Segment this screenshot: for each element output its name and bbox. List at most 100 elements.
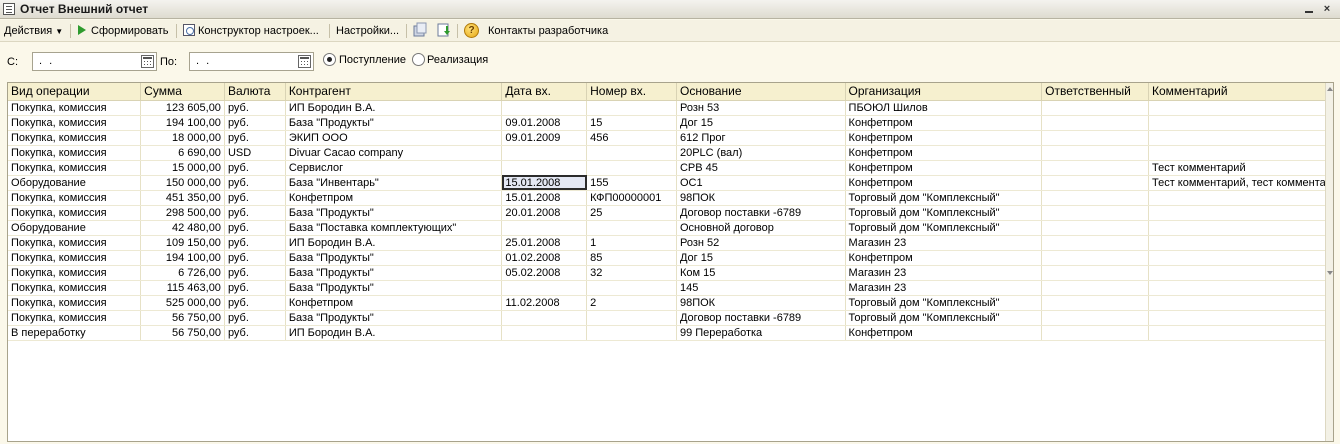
cell-counterparty[interactable]: ИП Бородин В.А. (285, 235, 503, 251)
table-row[interactable]: Оборудование 150 000,00 руб. База "Инвентар… (8, 175, 1333, 191)
cell-responsible[interactable] (1041, 220, 1149, 236)
cell-incoming-date[interactable]: 01.02.2008 (501, 250, 588, 266)
cell-amount[interactable]: 194 100,00 (140, 250, 225, 266)
cell-comment[interactable] (1148, 145, 1333, 161)
cell-organization[interactable]: Магазин 23 (845, 280, 1043, 296)
cell-basis[interactable]: 99 Переработка (676, 325, 846, 341)
column-header-operation-type[interactable]: Вид операции (8, 83, 142, 101)
cell-comment[interactable]: Тест комментарий, тест коммента (1148, 175, 1333, 191)
cell-comment[interactable] (1148, 325, 1333, 341)
cell-currency[interactable]: руб. (224, 295, 286, 311)
cell-incoming-number[interactable] (586, 310, 677, 326)
cell-currency[interactable]: USD (224, 145, 286, 161)
calendar-icon[interactable] (298, 55, 311, 68)
cell-basis[interactable]: 145 (676, 280, 846, 296)
cell-counterparty[interactable]: ИП Бородин В.А. (285, 325, 503, 341)
cell-comment[interactable] (1148, 205, 1333, 221)
cell-basis[interactable]: 612 Прог (676, 130, 846, 146)
cell-comment[interactable] (1148, 250, 1333, 266)
column-header-currency[interactable]: Валюта (224, 83, 286, 101)
cell-responsible[interactable] (1041, 160, 1149, 176)
cell-amount[interactable]: 150 000,00 (140, 175, 225, 191)
save-settings-icon[interactable] (412, 22, 428, 38)
cell-counterparty[interactable]: База "Продукты" (285, 250, 503, 266)
table-row[interactable]: Покупка, комиссия 56 750,00 руб. База "Прод… (8, 310, 1333, 326)
cell-amount[interactable]: 525 000,00 (140, 295, 225, 311)
cell-operation-type[interactable]: Покупка, комиссия (8, 115, 142, 131)
cell-incoming-date[interactable] (501, 325, 588, 341)
cell-basis[interactable]: Розн 52 (676, 235, 846, 251)
cell-comment[interactable] (1148, 100, 1333, 116)
cell-comment[interactable] (1148, 310, 1333, 326)
cell-organization[interactable]: Магазин 23 (845, 235, 1043, 251)
cell-organization[interactable]: Конфетпром (845, 250, 1043, 266)
settings-button[interactable]: Настройки... (336, 23, 399, 39)
cell-organization[interactable]: Конфетпром (845, 175, 1043, 191)
cell-organization[interactable]: Торговый дом "Комплексный" (845, 205, 1043, 221)
cell-counterparty[interactable]: База "Продукты" (285, 205, 503, 221)
cell-comment[interactable] (1148, 190, 1333, 206)
cell-organization[interactable]: Конфетпром (845, 115, 1043, 131)
cell-basis[interactable]: ОС1 (676, 175, 846, 191)
cell-basis[interactable]: Договор поставки -6789 (676, 205, 846, 221)
table-row[interactable]: Покупка, комиссия 18 000,00 руб. ЭКИП ООО 09… (8, 130, 1333, 146)
cell-counterparty[interactable]: База "Продукты" (285, 280, 503, 296)
table-row[interactable]: Покупка, комиссия 194 100,00 руб. База "Про… (8, 250, 1333, 266)
radio-income[interactable] (323, 53, 336, 66)
cell-comment[interactable] (1148, 220, 1333, 236)
cell-basis[interactable]: Розн 53 (676, 100, 846, 116)
cell-currency[interactable]: руб. (224, 265, 286, 281)
cell-operation-type[interactable]: Покупка, комиссия (8, 190, 142, 206)
cell-incoming-date[interactable] (501, 100, 588, 116)
cell-responsible[interactable] (1041, 325, 1149, 341)
cell-responsible[interactable] (1041, 145, 1149, 161)
table-row[interactable]: Покупка, комиссия 109 150,00 руб. ИП Бороди… (8, 235, 1333, 251)
help-icon[interactable]: ? (464, 23, 479, 38)
cell-incoming-number[interactable]: 15 (586, 115, 677, 131)
close-button[interactable]: × (1320, 2, 1334, 16)
cell-currency[interactable]: руб. (224, 235, 286, 251)
cell-organization[interactable]: Конфетпром (845, 325, 1043, 341)
cell-basis[interactable]: Дог 15 (676, 115, 846, 131)
cell-basis[interactable]: 98ПОК (676, 295, 846, 311)
cell-amount[interactable]: 451 350,00 (140, 190, 225, 206)
cell-responsible[interactable] (1041, 250, 1149, 266)
table-row[interactable]: В переработку 56 750,00 руб. ИП Бородин В.А… (8, 325, 1333, 341)
cell-operation-type[interactable]: Оборудование (8, 220, 142, 236)
cell-currency[interactable]: руб. (224, 175, 286, 191)
cell-incoming-date[interactable]: 25.01.2008 (501, 235, 588, 251)
developer-contacts-button[interactable]: Контакты разработчика (488, 23, 608, 39)
cell-comment[interactable] (1148, 115, 1333, 131)
cell-incoming-number[interactable]: КФП00000001 (586, 190, 677, 206)
cell-incoming-number[interactable] (586, 325, 677, 341)
cell-comment[interactable] (1148, 295, 1333, 311)
cell-incoming-number[interactable] (586, 100, 677, 116)
minimize-button[interactable] (1302, 2, 1316, 16)
cell-responsible[interactable] (1041, 310, 1149, 326)
table-row[interactable]: Покупка, комиссия 6 726,00 руб. База "Проду… (8, 265, 1333, 281)
cell-incoming-number[interactable] (586, 160, 677, 176)
cell-counterparty[interactable]: ИП Бородин В.А. (285, 100, 503, 116)
cell-responsible[interactable] (1041, 265, 1149, 281)
cell-amount[interactable]: 56 750,00 (140, 325, 225, 341)
cell-incoming-date[interactable] (501, 310, 588, 326)
cell-organization[interactable]: ПБОЮЛ Шилов (845, 100, 1043, 116)
cell-amount[interactable]: 6 726,00 (140, 265, 225, 281)
cell-basis[interactable]: Ком 15 (676, 265, 846, 281)
cell-counterparty[interactable]: Divuar Cacao company (285, 145, 503, 161)
cell-basis[interactable]: 98ПОК (676, 190, 846, 206)
cell-operation-type[interactable]: Покупка, комиссия (8, 205, 142, 221)
cell-comment[interactable] (1148, 130, 1333, 146)
cell-incoming-date[interactable] (501, 160, 588, 176)
cell-responsible[interactable] (1041, 175, 1149, 191)
cell-incoming-date[interactable]: 11.02.2008 (501, 295, 588, 311)
cell-currency[interactable]: руб. (224, 100, 286, 116)
cell-currency[interactable]: руб. (224, 115, 286, 131)
cell-amount[interactable]: 6 690,00 (140, 145, 225, 161)
cell-incoming-number[interactable]: 155 (586, 175, 677, 191)
cell-comment[interactable] (1148, 265, 1333, 281)
cell-organization[interactable]: Торговый дом "Комплексный" (845, 310, 1043, 326)
cell-organization[interactable]: Конфетпром (845, 145, 1043, 161)
date-from-field[interactable]: . . (32, 52, 157, 71)
cell-incoming-date[interactable]: 15.01.2008 (501, 175, 588, 191)
